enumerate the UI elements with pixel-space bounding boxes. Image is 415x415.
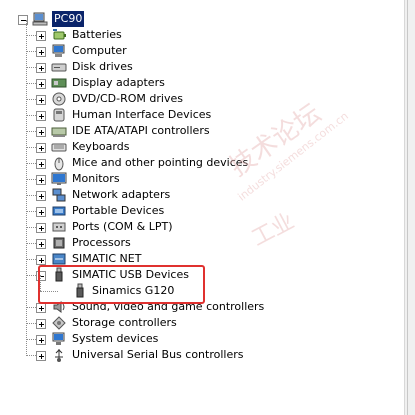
expand-toggle[interactable] bbox=[36, 191, 46, 201]
computer-icon bbox=[32, 11, 48, 27]
tree-category[interactable]: Human Interface Devices bbox=[26, 107, 256, 123]
tree-connector-line bbox=[26, 147, 36, 148]
tree-category[interactable]: System devices bbox=[26, 331, 256, 347]
tree-category-label: Monitors bbox=[72, 172, 120, 185]
tree-category-label: Mice and other pointing devices bbox=[72, 156, 249, 169]
tree-category-label: Network adapters bbox=[72, 188, 171, 201]
tree-category[interactable]: Processors bbox=[26, 235, 256, 251]
expand-toggle[interactable] bbox=[36, 143, 46, 153]
disk-drive-icon bbox=[51, 59, 67, 75]
expand-toggle[interactable] bbox=[36, 303, 46, 313]
tree-connector-line bbox=[26, 35, 36, 36]
tree-category[interactable]: Batteries bbox=[26, 27, 256, 43]
ide-controller-icon bbox=[51, 123, 67, 139]
computer-icon bbox=[51, 43, 67, 59]
processor-icon bbox=[51, 235, 67, 251]
battery-icon bbox=[51, 27, 67, 43]
monitor-icon bbox=[51, 171, 67, 187]
expand-toggle[interactable] bbox=[36, 31, 46, 41]
tree-category-label: IDE ATA/ATAPI controllers bbox=[72, 124, 210, 137]
vertical-scrollbar[interactable] bbox=[404, 0, 415, 415]
hid-icon bbox=[51, 107, 67, 123]
tree-connector-line bbox=[26, 339, 36, 340]
tree-connector-line bbox=[26, 243, 36, 244]
expand-toggle[interactable] bbox=[36, 319, 46, 329]
storage-controller-icon bbox=[51, 315, 67, 331]
tree-category[interactable]: Portable Devices bbox=[26, 203, 256, 219]
tree-category[interactable]: Computer bbox=[26, 43, 256, 59]
tree-connector-line bbox=[26, 323, 36, 324]
tree-connector-line bbox=[26, 20, 27, 356]
tree-category-label: Processors bbox=[72, 236, 131, 249]
expand-toggle[interactable] bbox=[36, 79, 46, 89]
port-icon bbox=[51, 219, 67, 235]
tree-connector-line bbox=[26, 163, 36, 164]
tree-connector-line bbox=[26, 307, 36, 308]
expand-toggle[interactable] bbox=[36, 351, 46, 361]
tree-category-label: Ports (COM & LPT) bbox=[72, 220, 173, 233]
tree-category-label: Display adapters bbox=[72, 76, 165, 89]
display-adapter-icon bbox=[51, 75, 67, 91]
expand-toggle[interactable] bbox=[36, 335, 46, 345]
tree-category-label: Computer bbox=[72, 44, 127, 57]
portable-device-icon bbox=[51, 203, 67, 219]
expand-toggle[interactable] bbox=[36, 63, 46, 73]
expand-toggle[interactable] bbox=[36, 127, 46, 137]
tree-category[interactable]: DVD/CD-ROM drives bbox=[26, 91, 256, 107]
usb-controller-icon bbox=[51, 347, 67, 363]
expand-toggle[interactable] bbox=[36, 159, 46, 169]
tree-root-label: PC90 bbox=[52, 11, 85, 27]
expand-toggle[interactable] bbox=[36, 175, 46, 185]
tree-connector-line bbox=[26, 83, 36, 84]
expand-toggle[interactable] bbox=[36, 207, 46, 217]
expand-toggle[interactable] bbox=[36, 111, 46, 121]
mouse-icon bbox=[51, 155, 67, 171]
tree-connector-line bbox=[26, 179, 36, 180]
tree-category[interactable]: Display adapters bbox=[26, 75, 256, 91]
tree-category-label: Keyboards bbox=[72, 140, 130, 153]
tree-category[interactable]: Monitors bbox=[26, 171, 256, 187]
tree-category-label: Universal Serial Bus controllers bbox=[72, 348, 244, 361]
tree-connector-line bbox=[26, 195, 36, 196]
tree-category[interactable]: Network adapters bbox=[26, 187, 256, 203]
tree-category-label: System devices bbox=[72, 332, 159, 345]
tree-connector-line bbox=[26, 115, 36, 116]
tree-category[interactable]: Ports (COM & LPT) bbox=[26, 219, 256, 235]
tree-category-label: Portable Devices bbox=[72, 204, 165, 217]
tree-category[interactable]: Universal Serial Bus controllers bbox=[26, 347, 256, 363]
system-device-icon bbox=[51, 331, 67, 347]
expand-toggle[interactable] bbox=[36, 255, 46, 265]
tree-category[interactable]: Keyboards bbox=[26, 139, 256, 155]
tree-connector-line bbox=[26, 67, 36, 68]
tree-category-label: Batteries bbox=[72, 28, 122, 41]
expand-toggle[interactable] bbox=[36, 239, 46, 249]
tree-category[interactable]: Mice and other pointing devices bbox=[26, 155, 256, 171]
expand-toggle[interactable] bbox=[36, 95, 46, 105]
tree-category[interactable]: IDE ATA/ATAPI controllers bbox=[26, 123, 256, 139]
dvd-drive-icon bbox=[51, 91, 67, 107]
expand-toggle[interactable] bbox=[36, 223, 46, 233]
tree-connector-line bbox=[26, 355, 36, 356]
tree-connector-line bbox=[26, 131, 36, 132]
expand-toggle[interactable] bbox=[36, 47, 46, 57]
highlight-annotation-box bbox=[38, 265, 205, 304]
tree-connector-line bbox=[26, 227, 36, 228]
device-manager-tree: PC90 Batteries Computer Disk drives Display… bbox=[0, 0, 405, 415]
tree-category-label: Human Interface Devices bbox=[72, 108, 212, 121]
tree-connector-line bbox=[26, 99, 36, 100]
tree-connector-line bbox=[26, 51, 36, 52]
tree-category[interactable]: Disk drives bbox=[26, 59, 256, 75]
network-adapter-icon bbox=[51, 187, 67, 203]
tree-connector-line bbox=[26, 275, 36, 276]
tree-root[interactable]: PC90 bbox=[18, 11, 98, 27]
keyboard-icon bbox=[51, 139, 67, 155]
tree-category-label: Storage controllers bbox=[72, 316, 177, 329]
tree-connector-line bbox=[26, 211, 36, 212]
tree-connector-line bbox=[26, 259, 36, 260]
tree-category-label: DVD/CD-ROM drives bbox=[72, 92, 183, 105]
tree-category[interactable]: Storage controllers bbox=[26, 315, 256, 331]
tree-category-label: Disk drives bbox=[72, 60, 133, 73]
